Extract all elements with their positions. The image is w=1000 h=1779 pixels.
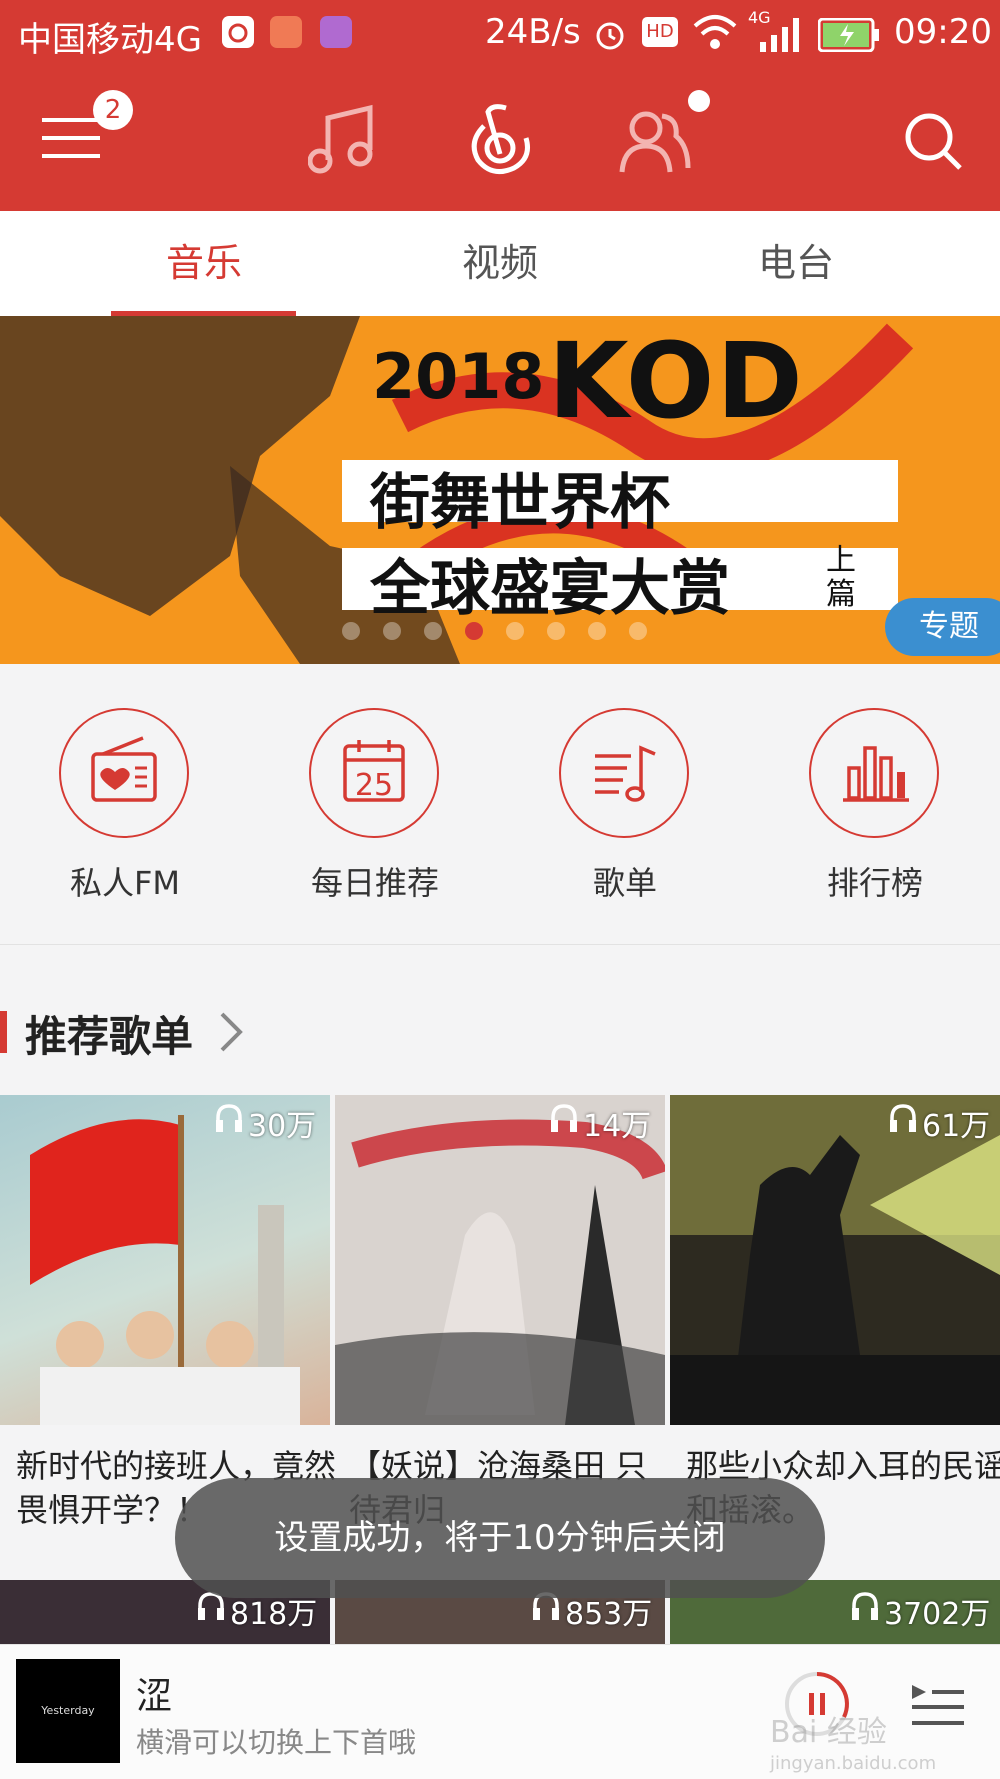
banner-page-dot[interactable] [424,622,442,640]
music-tab-button[interactable] [307,104,376,180]
playlist-icon [595,745,656,802]
play-count: 30万 [248,1109,317,1144]
ranking-label: 排行榜 [826,864,923,902]
banner-year: 2018 [372,340,545,413]
search-icon [905,113,962,170]
mail-notify-icon [270,16,302,48]
section-accent-bar [0,1011,7,1053]
net-speed: 24B/s [485,12,581,52]
menu-icon [42,118,100,158]
tab-video[interactable]: 视频 [400,211,600,316]
watermark-url: jingyan.baidu.com [770,1753,937,1774]
app-header: 2 [0,68,1000,211]
content-tabs: 音乐 视频 电台 [0,211,1000,317]
music-note-icon [307,104,373,174]
daily-recommend-label: 每日推荐 [310,864,439,902]
banner-type-tag: 专题 [885,598,1000,656]
carrier-label: 中国移动4G [18,20,202,60]
banner-page-dot[interactable] [547,622,565,640]
headphones-icon [888,1102,918,1138]
headphones-icon [549,1102,579,1138]
friends-notify-dot [688,90,710,112]
menu-button[interactable] [42,116,104,164]
hd-badge: HD [642,17,678,47]
banner[interactable]: 2018 KOD 街舞世界杯 全球盛宴大赏 上篇 [0,316,1000,664]
tab-radio[interactable]: 电台 [696,211,896,316]
banner-page-dot[interactable] [383,622,401,640]
alarm-icon [592,16,628,56]
playlist-queue-button[interactable] [908,1681,968,1735]
chart-icon [843,746,909,802]
playlist-label: 歌单 [592,864,657,902]
clock: 09:20 [894,12,992,52]
banner-page-dot[interactable] [629,622,647,640]
wifi-icon [692,12,738,56]
playlist-button[interactable] [559,708,689,838]
play-count: 14万 [583,1109,652,1144]
section-title[interactable]: 推荐歌单 [25,1003,193,1064]
battery-icon [817,17,880,56]
now-playing-cover[interactable]: Yesterday [16,1659,120,1763]
banner-page-dot[interactable] [506,622,524,640]
status-bar: 中国移动4G 24B/s HD 4G 09:20 [0,0,1000,68]
gallery-notify-icon [320,16,352,48]
play-count: 61万 [922,1109,991,1144]
now-playing-title: 涩 [136,1676,173,1717]
swipe-hint: 横滑可以切换上下首哦 [136,1726,417,1759]
netease-notify-icon [222,16,254,48]
menu-badge: 2 [93,90,133,130]
queue-icon [912,1685,964,1725]
toast-message: 设置成功，将于10分钟后关闭 [175,1478,825,1598]
banner-line2: 全球盛宴大赏 [370,554,730,624]
banner-page-dot[interactable] [465,622,483,640]
signal-icon [760,18,802,56]
banner-brand: KOD [548,320,805,442]
watermark-text: Bai 经验 [770,1715,887,1750]
personal-fm-button[interactable] [59,708,189,838]
netease-logo-icon [471,104,530,175]
search-button[interactable] [904,112,964,176]
ranking-button[interactable] [809,708,939,838]
radio-icon [91,736,157,802]
banner-line1: 街舞世界杯 [370,468,670,538]
headphones-icon [850,1590,880,1626]
mini-player[interactable]: Yesterday 涩 横滑可以切换上下首哦 Bai 经验 jingyan.ba… [0,1644,1000,1779]
chevron-right-icon[interactable] [218,1010,244,1058]
discover-tab-button[interactable] [466,102,534,182]
personal-fm-label: 私人FM [69,864,181,902]
tab-music[interactable]: 音乐 [104,211,304,316]
banner-page-dot[interactable] [588,622,606,640]
banner-page-dot[interactable] [342,622,360,640]
calendar-day: 25 [354,768,394,803]
friends-tab-button[interactable] [618,106,694,180]
play-count: 3702万 [884,1597,991,1632]
friends-icon [619,111,691,173]
headphones-icon [214,1102,244,1138]
banner-part: 上篇 [826,543,856,612]
